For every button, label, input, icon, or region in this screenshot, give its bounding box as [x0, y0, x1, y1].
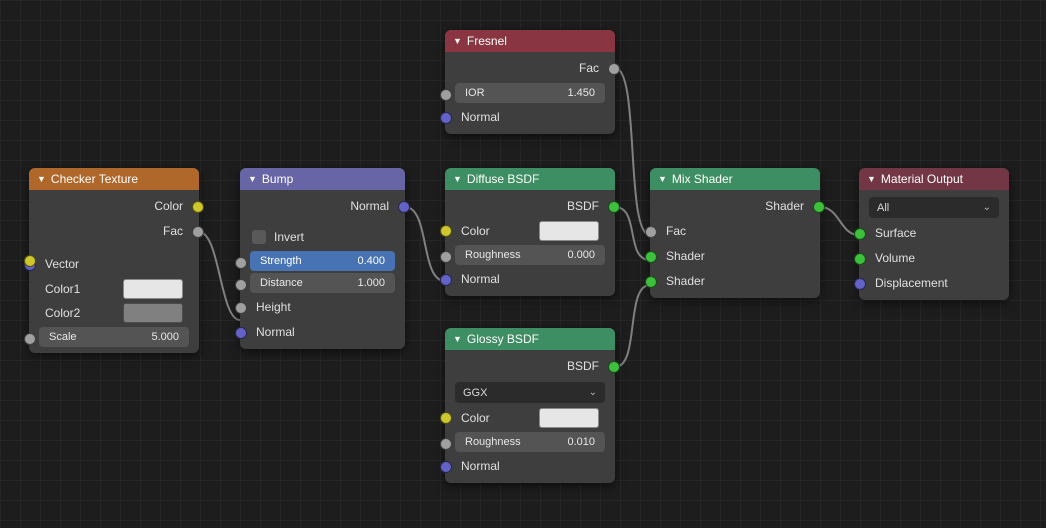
chevron-down-icon: ⌄	[589, 387, 597, 398]
input-normal: Normal	[445, 454, 615, 479]
socket-in-roughness[interactable]	[440, 251, 452, 263]
socket-in-height[interactable]	[235, 302, 247, 314]
socket-in-normal[interactable]	[440, 461, 452, 473]
socket-in-distance[interactable]	[235, 279, 247, 291]
output-fac: Fac	[445, 56, 615, 81]
input-fac: Fac	[650, 219, 820, 244]
socket-in-normal[interactable]	[440, 112, 452, 124]
socket-in-displacement[interactable]	[854, 278, 866, 290]
field-roughness[interactable]: Roughness0.010	[455, 432, 605, 452]
input-volume: Volume	[859, 246, 1009, 271]
node-mix-shader[interactable]: ▼Mix Shader Shader Fac Shader Shader	[650, 168, 820, 298]
output-bsdf: BSDF	[445, 354, 615, 379]
check-icon	[252, 230, 266, 244]
socket-out-normal[interactable]	[398, 201, 410, 213]
collapse-icon[interactable]: ▼	[867, 168, 876, 190]
node-title: Bump	[262, 168, 293, 190]
socket-out-fac[interactable]	[192, 226, 204, 238]
socket-in-shader1[interactable]	[645, 251, 657, 263]
checkbox-invert[interactable]: Invert	[240, 225, 405, 249]
socket-in-strength[interactable]	[235, 257, 247, 269]
node-bump[interactable]: ▼Bump Normal Invert Strength0.400 Distan…	[240, 168, 405, 349]
field-distance[interactable]: Distance1.000	[250, 273, 395, 293]
node-checker-texture[interactable]: ▼Checker Texture Color Fac Vector Color1…	[29, 168, 199, 353]
node-title: Fresnel	[467, 30, 507, 52]
output-bsdf: BSDF	[445, 194, 615, 219]
socket-in-color[interactable]	[440, 412, 452, 424]
input-vector: Vector	[29, 252, 199, 277]
select-distribution[interactable]: GGX⌄	[455, 382, 605, 403]
field-scale[interactable]: Scale5.000	[39, 327, 189, 347]
socket-in-roughness[interactable]	[440, 438, 452, 450]
socket-in-fac[interactable]	[645, 226, 657, 238]
input-normal: Normal	[445, 267, 615, 292]
output-color: Color	[29, 194, 199, 219]
node-title: Glossy BSDF	[467, 328, 539, 350]
collapse-icon[interactable]: ▼	[453, 30, 462, 52]
collapse-icon[interactable]: ▼	[453, 168, 462, 190]
field-roughness[interactable]: Roughness0.000	[455, 245, 605, 265]
node-title: Mix Shader	[672, 168, 733, 190]
node-fresnel[interactable]: ▼Fresnel Fac IOR1.450 Normal	[445, 30, 615, 134]
node-header[interactable]: ▼Fresnel	[445, 30, 615, 52]
input-color: Color	[445, 219, 615, 243]
field-strength[interactable]: Strength0.400	[250, 251, 395, 271]
node-diffuse-bsdf[interactable]: ▼Diffuse BSDF BSDF Color Roughness0.000 …	[445, 168, 615, 296]
socket-in-volume[interactable]	[854, 253, 866, 265]
chevron-down-icon: ⌄	[983, 202, 991, 213]
output-fac: Fac	[29, 219, 199, 244]
input-normal: Normal	[240, 320, 405, 345]
color2-swatch[interactable]	[123, 303, 183, 323]
socket-in-normal[interactable]	[235, 327, 247, 339]
socket-out-shader[interactable]	[813, 201, 825, 213]
socket-out-bsdf[interactable]	[608, 361, 620, 373]
input-color2: Color2	[29, 301, 199, 325]
output-shader: Shader	[650, 194, 820, 219]
color-swatch[interactable]	[539, 408, 599, 428]
collapse-icon[interactable]: ▼	[248, 168, 257, 190]
field-ior[interactable]: IOR1.450	[455, 83, 605, 103]
color-swatch[interactable]	[539, 221, 599, 241]
input-displacement: Displacement	[859, 271, 1009, 296]
node-header[interactable]: ▼Bump	[240, 168, 405, 190]
node-glossy-bsdf[interactable]: ▼Glossy BSDF BSDF GGX⌄ Color Roughness0.…	[445, 328, 615, 483]
color1-swatch[interactable]	[123, 279, 183, 299]
socket-in-surface[interactable]	[854, 228, 866, 240]
node-title: Diffuse BSDF	[467, 168, 539, 190]
node-header[interactable]: ▼Mix Shader	[650, 168, 820, 190]
node-title: Checker Texture	[51, 168, 138, 190]
socket-in-shader2[interactable]	[645, 276, 657, 288]
input-color1: Color1	[29, 277, 199, 301]
socket-out-bsdf[interactable]	[608, 201, 620, 213]
input-shader-2: Shader	[650, 269, 820, 294]
input-height: Height	[240, 295, 405, 320]
node-title: Material Output	[881, 168, 963, 190]
input-surface: Surface	[859, 221, 1009, 246]
input-color: Color	[445, 406, 615, 430]
node-material-output[interactable]: ▼Material Output All⌄ Surface Volume Dis…	[859, 168, 1009, 300]
output-normal: Normal	[240, 194, 405, 219]
socket-out-color[interactable]	[192, 201, 204, 213]
collapse-icon[interactable]: ▼	[453, 328, 462, 350]
socket-in-normal[interactable]	[440, 274, 452, 286]
collapse-icon[interactable]: ▼	[37, 168, 46, 190]
node-header[interactable]: ▼Diffuse BSDF	[445, 168, 615, 190]
socket-in-color2[interactable]	[24, 255, 36, 267]
input-shader-1: Shader	[650, 244, 820, 269]
socket-out-fac[interactable]	[608, 63, 620, 75]
node-header[interactable]: ▼Checker Texture	[29, 168, 199, 190]
input-normal: Normal	[445, 105, 615, 130]
node-header[interactable]: ▼Glossy BSDF	[445, 328, 615, 350]
socket-in-color[interactable]	[440, 225, 452, 237]
socket-in-scale[interactable]	[24, 333, 36, 345]
collapse-icon[interactable]: ▼	[658, 168, 667, 190]
select-target[interactable]: All⌄	[869, 197, 999, 218]
node-header[interactable]: ▼Material Output	[859, 168, 1009, 190]
socket-in-ior[interactable]	[440, 89, 452, 101]
